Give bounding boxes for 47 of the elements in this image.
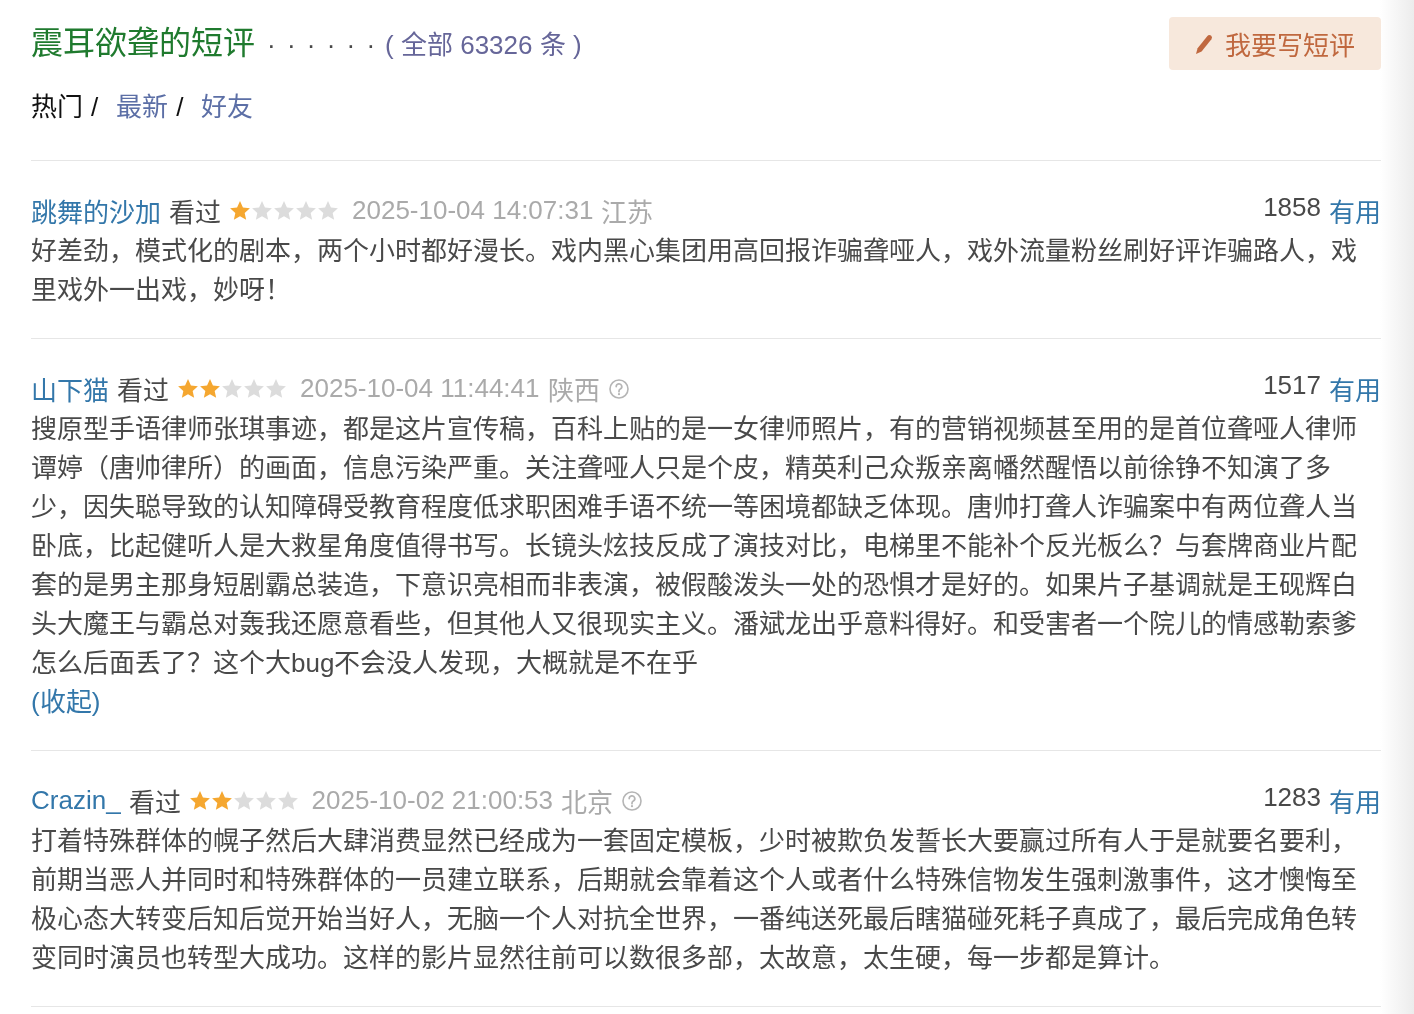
collapse-link[interactable]: (收起): [31, 683, 101, 722]
comment-time: 2025-10-04 11:44:41: [300, 373, 540, 404]
sort-tab[interactable]: 热门: [31, 88, 83, 127]
star-icon: [265, 377, 287, 400]
star-icon: [177, 377, 199, 400]
star-icon: [232, 789, 255, 812]
dotted-leader: · · · · · ·: [267, 30, 378, 62]
comment-time: 2025-10-02 21:00:53: [311, 785, 554, 816]
star-icon: [317, 199, 339, 222]
star-icon: [229, 199, 251, 222]
all-comments-link[interactable]: ( 全部 63326 条 ): [385, 24, 582, 62]
comment-text: 好差劲，模式化的剧本，两个小时都好漫长。戏内黑心集团用高回报诈骗聋哑人，戏外流量粉丝刷好评诈骗路人，戏里戏外一出戏，妙呀！: [31, 235, 1358, 307]
comment-text: 打着特殊群体的幌子然后大肆消费显然已经成为一套固定模板，少时被欺负发誓长大要赢过所有人于是就要名要利，前期当恶人并同时和特殊群体的一员建立联系，后期就会靠着这个人或者什么特殊信物发生强刺激事件，这才懊悔至极心态大转变后知后觉开始当好人，无脑一个人对抗全世界，一番纯送死最后瞎猫碰死耗子真成了，最后完成角色转变同时演员也转型大成功。这样的影片显然往前可以数很多部，太故意，太生硬，每一步都是算计。: [31, 825, 1358, 975]
star-icon: [210, 789, 233, 812]
star-icon: [254, 789, 277, 812]
user-link[interactable]: Crazin_: [31, 785, 121, 816]
vote-count: 1858: [1263, 192, 1321, 224]
star-icon: [251, 199, 273, 222]
watched-label: 看过: [128, 787, 181, 819]
star-icon: [273, 199, 295, 222]
user-link[interactable]: 跳舞的沙加: [31, 192, 161, 229]
section-title: 震耳欲聋的短评: [31, 24, 255, 63]
comment-text: 搜原型手语律师张琪事迹，都是这片宣传稿，百科上贴的是一女律师照片，有的营销视频甚至用的是首位聋哑人律师谭婷（唐帅律所）的画面，信息污染严重。关注聋哑人只是个皮，精英利己众叛亲离幡然醒悟以前徐铮不知演了多少，因失聪导致的认知障碍受教育程度低求职困难手语不统一等困境都缺乏体现。唐帅打聋人诈骗案中有两位聋人当卧底，比起健听人是大救星角度值得书写。长镜头炫技反成了演技对比，电梯里不能补个反光板么？与套牌商业片配套的是男主那身短剧霸总装造，下意识亮相而非表演，被假酸泼头一处的恐惧才是好的。如果片子基调就是王砚辉白头大魔王与霸总对轰我还愿意看些，但其他人又很现实主义。潘斌龙出乎意料得好。和受害者一个院儿的情感勒索爹怎么后面丢了？这个大bug不会没人发现，大概就是不在乎: [31, 413, 1358, 680]
comment-location: 北京: [561, 787, 614, 819]
star-icon: [243, 377, 265, 400]
comment-location: 江苏: [601, 197, 654, 229]
star-icon: [276, 789, 299, 812]
comment-time: 2025-10-04 14:07:31: [352, 195, 594, 226]
write-review-button[interactable]: 我要写短评: [1169, 17, 1381, 70]
useful-vote-link[interactable]: 有用: [1329, 782, 1381, 819]
sort-tab[interactable]: 最新: [116, 88, 169, 127]
star-icon: [199, 377, 221, 400]
star-icon: [188, 789, 211, 812]
sort-tab[interactable]: 好友: [201, 88, 254, 127]
star-icon: [295, 199, 317, 222]
comment-location: 陕西: [547, 375, 600, 407]
watched-label: 看过: [169, 197, 221, 229]
tab-separator: /: [91, 91, 99, 124]
pencil-icon: [1195, 33, 1213, 54]
useful-vote-link[interactable]: 有用: [1329, 192, 1381, 229]
useful-vote-link[interactable]: 有用: [1329, 370, 1381, 407]
tab-separator: /: [176, 91, 184, 124]
star-icon: [221, 377, 243, 400]
vote-count: 1517: [1263, 370, 1321, 402]
vote-count: 1283: [1263, 782, 1321, 814]
watched-label: 看过: [117, 375, 169, 407]
user-link[interactable]: 山下猫: [31, 370, 109, 407]
